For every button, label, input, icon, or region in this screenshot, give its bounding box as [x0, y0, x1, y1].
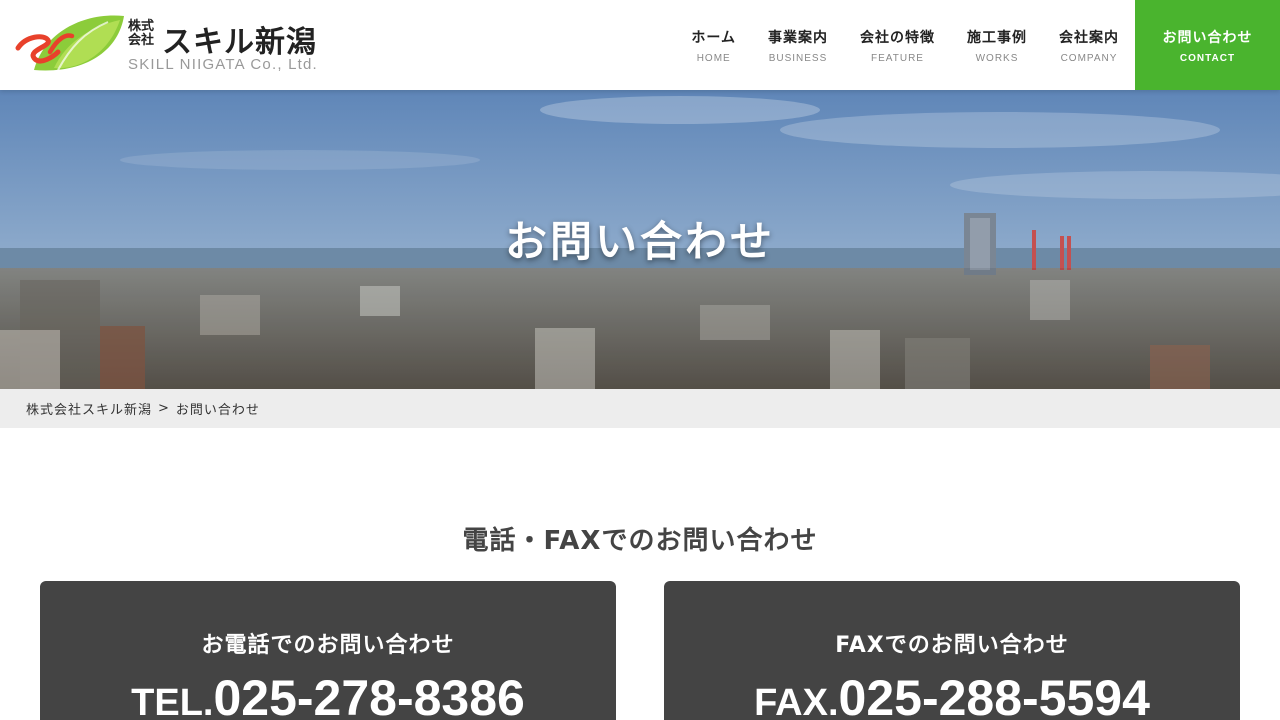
hero-banner: お問い合わせ	[0, 90, 1280, 389]
tel-number[interactable]: 025-278-8386	[213, 670, 524, 720]
tel-card-title: お電話でのお問い合わせ	[201, 633, 455, 658]
main-nav: ホーム HOME 事業案内 BUSINESS 会社の特徴 FEATURE 施工事…	[675, 0, 1135, 90]
logo-kabushiki: 株式会社	[128, 19, 155, 48]
fax-card: FAXでのお問い合わせ FAX.025-288-5594	[664, 581, 1240, 720]
nav-item-company[interactable]: 会社案内 COMPANY	[1043, 0, 1135, 90]
site-header: 株式会社 スキル新潟 SKILL NIIGATA Co., Ltd. ホーム H…	[0, 0, 1280, 90]
tel-prefix: TEL.	[131, 682, 214, 720]
contact-button[interactable]: お問い合わせ CONTACT	[1135, 0, 1280, 90]
nav-sublabel: WORKS	[975, 52, 1019, 64]
logo-english-name: SKILL NIIGATA Co., Ltd.	[128, 56, 318, 73]
nav-item-home[interactable]: ホーム HOME	[675, 0, 752, 90]
breadcrumb-current: お問い合わせ	[175, 403, 260, 418]
logo-mark-icon	[15, 15, 124, 71]
nav-label: 施工事例	[967, 29, 1027, 46]
nav-label: 事業案内	[768, 29, 828, 46]
nav-sublabel: BUSINESS	[768, 52, 828, 64]
site-logo[interactable]: 株式会社 スキル新潟 SKILL NIIGATA Co., Ltd.	[14, 12, 324, 78]
nav-sublabel: HOME	[696, 52, 731, 64]
fax-card-title: FAXでのお問い合わせ	[835, 633, 1069, 658]
breadcrumb-home-link[interactable]: 株式会社スキル新潟	[26, 399, 152, 418]
fax-prefix: FAX.	[754, 682, 839, 720]
nav-sublabel: COMPANY	[1060, 52, 1118, 64]
page-title: お問い合わせ	[504, 217, 775, 266]
breadcrumb-separator: >	[158, 401, 170, 416]
fax-number-row: FAX.025-288-5594	[664, 669, 1240, 720]
breadcrumb: 株式会社スキル新潟 > お問い合わせ	[0, 389, 1280, 428]
contact-label: お問い合わせ	[1162, 29, 1253, 46]
nav-label: 会社の特徴	[860, 29, 935, 46]
contact-sublabel: CONTACT	[1179, 52, 1236, 64]
logo-company-name: スキル新潟	[162, 25, 317, 60]
nav-label: 会社案内	[1059, 29, 1119, 46]
nav-item-feature[interactable]: 会社の特徴 FEATURE	[844, 0, 951, 90]
tel-card: お電話でのお問い合わせ TEL.025-278-8386	[40, 581, 616, 720]
nav-label: ホーム	[691, 29, 736, 46]
nav-item-works[interactable]: 施工事例 WORKS	[951, 0, 1043, 90]
tel-number-row[interactable]: TEL.025-278-8386	[40, 669, 616, 720]
section-title: 電話・FAXでのお問い合わせ	[462, 526, 818, 556]
nav-item-business[interactable]: 事業案内 BUSINESS	[752, 0, 844, 90]
fax-number: 025-288-5594	[838, 670, 1150, 720]
nav-sublabel: FEATURE	[871, 52, 924, 64]
